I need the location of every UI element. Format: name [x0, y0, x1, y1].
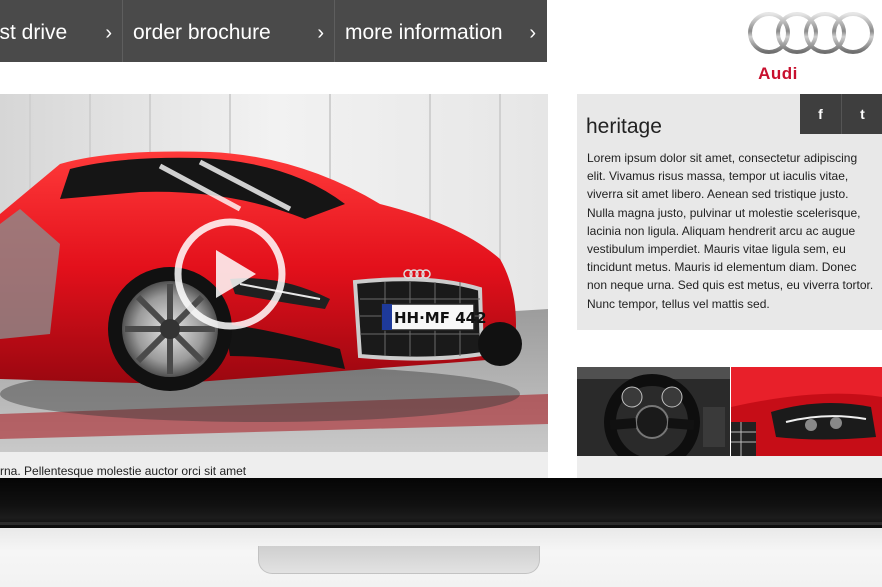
- four-rings-logo-icon: [748, 12, 874, 54]
- nav-test-drive[interactable]: test drive ›: [0, 0, 122, 62]
- hero-video[interactable]: HH·MF 442: [0, 94, 548, 452]
- hero-caption: rna. Pellentesque molestie auctor orci s…: [0, 464, 247, 478]
- heritage-body-text: Lorem ipsum dolor sit amet, consectetur …: [587, 151, 874, 311]
- twitter-icon: t: [860, 106, 865, 122]
- laptop-lid-notch: [258, 546, 540, 574]
- steering-wheel-thumbnail-icon: [577, 367, 730, 456]
- audi-wordmark: Audi: [758, 64, 798, 83]
- facebook-button[interactable]: f: [800, 94, 841, 134]
- top-nav: test drive › order brochure › more infor…: [0, 0, 547, 62]
- audi-logo[interactable]: Audi: [745, 10, 875, 85]
- chevron-right-icon: ›: [317, 22, 324, 44]
- thumbnail-strip-footer: [577, 456, 882, 478]
- nav-more-information-label: more information: [345, 21, 503, 44]
- license-plate-text: HH·MF 442: [394, 309, 487, 327]
- chevron-right-icon: ›: [529, 22, 536, 44]
- browser-screen: test drive › order brochure › more infor…: [0, 0, 882, 478]
- heritage-title: heritage: [586, 115, 662, 138]
- play-icon: [174, 218, 286, 330]
- twitter-button[interactable]: t: [841, 94, 882, 134]
- chevron-right-icon: ›: [105, 22, 112, 44]
- laptop-bezel: [0, 478, 882, 528]
- nav-order-brochure-label: order brochure: [133, 21, 271, 44]
- facebook-icon: f: [818, 106, 823, 122]
- nav-test-drive-label: test drive: [0, 21, 68, 44]
- play-button[interactable]: [172, 216, 288, 332]
- headlight-thumbnail-icon: [731, 367, 882, 456]
- heritage-panel: heritage Lorem ipsum dolor sit amet, con…: [577, 94, 882, 330]
- nav-order-brochure[interactable]: order brochure ›: [122, 0, 334, 62]
- thumbnail-headlight[interactable]: [731, 367, 882, 456]
- bezel-edge: [0, 522, 882, 525]
- nav-more-information[interactable]: more information ›: [334, 0, 546, 62]
- thumbnail-steering-wheel[interactable]: [577, 367, 730, 456]
